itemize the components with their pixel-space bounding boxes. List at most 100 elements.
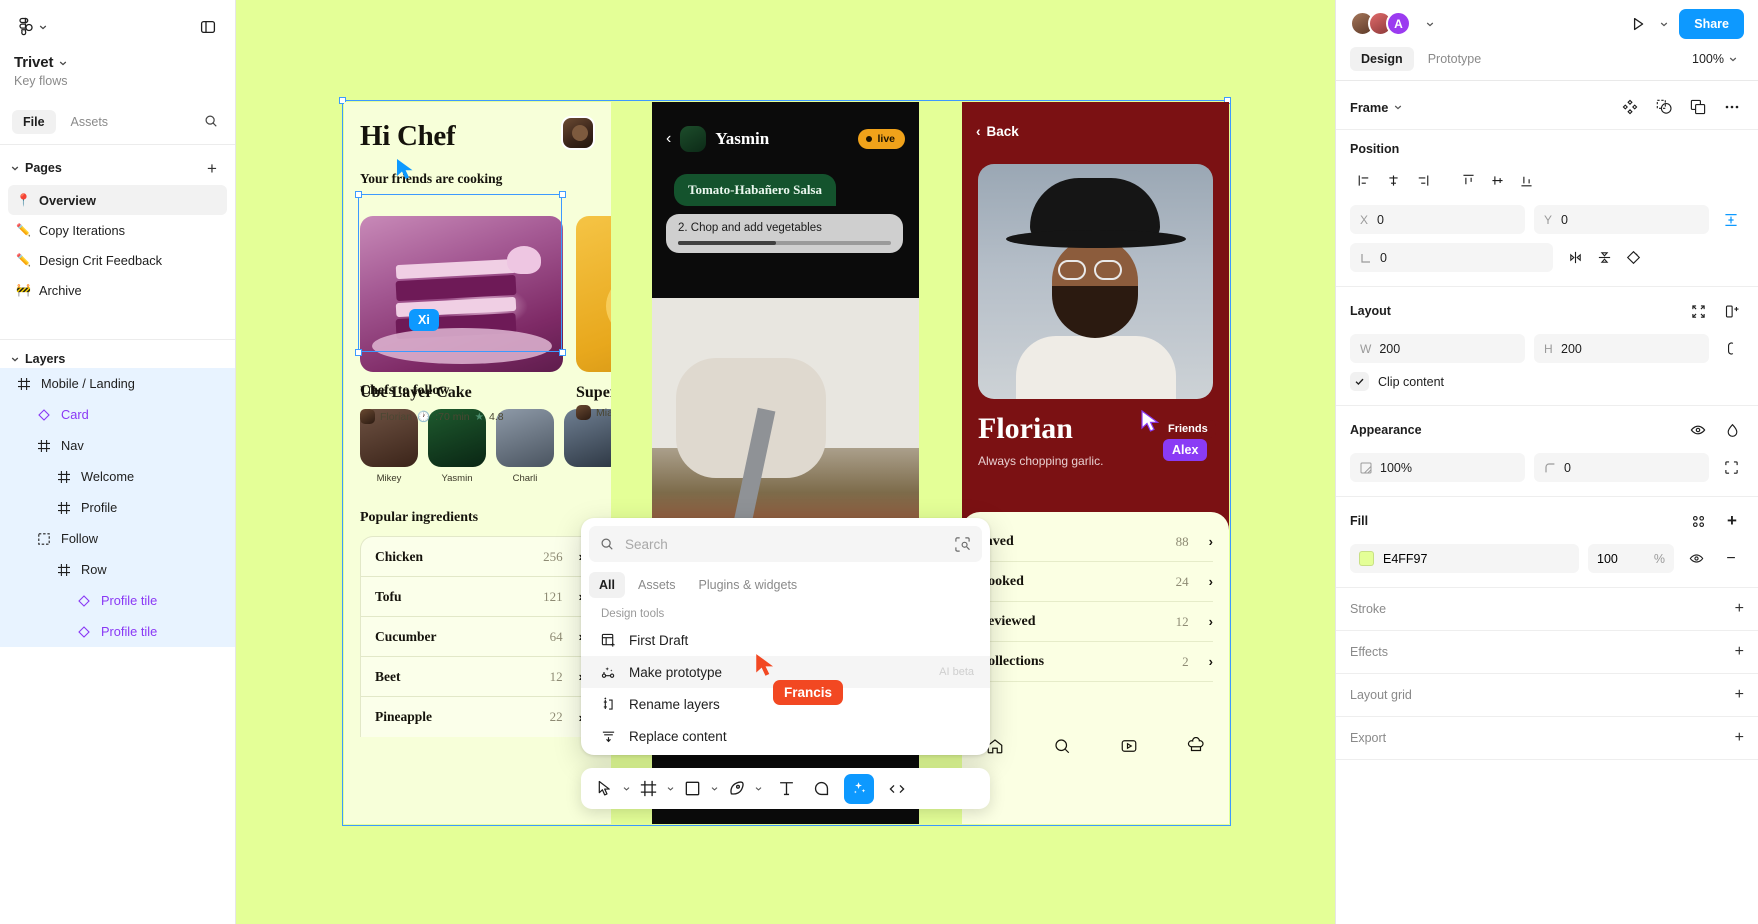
ingredient-row[interactable]: Beet 12› [361,657,595,697]
modal-tab-assets[interactable]: Assets [628,572,686,598]
fill-opacity-field[interactable]: 100 % [1588,544,1674,573]
card-handle-bl[interactable] [355,349,362,356]
clip-content-checkbox[interactable] [1350,372,1369,391]
quick-actions-modal[interactable]: All Assets Plugins & widgets Design tool… [581,518,990,755]
fill-visibility-icon[interactable] [1683,546,1709,572]
actions-tool-button[interactable] [844,773,874,804]
artboard-chef-profile[interactable]: ‹ Back Florian Always chopping garlic. S… [962,102,1229,824]
clip-content-row[interactable]: Clip content [1350,372,1744,391]
selection-type[interactable]: Frame [1350,100,1403,115]
width-field[interactable]: W 200 [1350,334,1525,363]
add-export-button[interactable]: + [1735,730,1744,746]
duplicate-icon[interactable] [1686,95,1710,119]
card-handle-tl[interactable] [355,191,362,198]
present-chevron-icon[interactable] [1659,19,1669,29]
add-stroke-button[interactable]: + [1735,601,1744,617]
layer-item-row[interactable]: Row [0,554,235,585]
constraints-icon[interactable] [1718,207,1744,233]
visual-search-icon[interactable] [954,536,971,553]
modal-item-first-draft[interactable]: First Draft [581,624,990,656]
recipe-card-image-2[interactable] [576,216,611,372]
x-field[interactable]: X 0 [1350,205,1525,234]
video-icon[interactable] [1120,737,1138,755]
align-right-icon[interactable] [1408,167,1436,193]
collaborator-avatars[interactable]: A [1350,11,1411,36]
ingredient-row[interactable]: Pineapple 22› [361,697,595,737]
styles-icon[interactable] [1686,509,1710,533]
layer-item-nav[interactable]: Nav [0,430,235,461]
corner-radius-icon[interactable] [1620,245,1648,271]
host-avatar[interactable] [680,126,707,152]
profile-stat-row[interactable]: Saved 88 › [978,522,1213,562]
height-field[interactable]: H 200 [1534,334,1709,363]
align-horizontal-center-icon[interactable] [1379,167,1407,193]
shape-tool-chevron[interactable] [707,775,721,803]
tab-design[interactable]: Design [1350,47,1414,71]
profile-tabbar[interactable] [962,726,1229,766]
remove-fill-icon[interactable]: − [1718,546,1744,572]
add-layout-grid-button[interactable]: + [1735,687,1744,703]
move-tool-chevron[interactable] [619,775,633,803]
add-effect-button[interactable]: + [1735,644,1744,660]
profile-stat-row[interactable]: Cooked 24 › [978,562,1213,602]
add-fill-icon[interactable]: + [1720,509,1744,533]
move-tool-button[interactable] [590,775,618,803]
toggle-sidebar-button[interactable] [195,14,221,40]
frame-tool-chevron[interactable] [663,775,677,803]
align-left-icon[interactable] [1350,167,1378,193]
align-bottom-icon[interactable] [1512,167,1540,193]
sidebar-search-button[interactable] [199,109,223,133]
text-tool-button[interactable] [772,775,800,803]
layer-item-profile-tile-1[interactable]: Profile tile [0,585,235,616]
search-input[interactable] [625,536,943,552]
add-auto-layout-icon[interactable] [1720,299,1744,323]
layer-item-mobile-landing[interactable]: Mobile / Landing [0,368,235,399]
page-item-copy-iterations[interactable]: ✏️ Copy Iterations [8,215,227,245]
layer-item-profile-tile-2[interactable]: Profile tile [0,616,235,647]
fill-color-field[interactable]: E4FF97 [1350,544,1579,573]
pen-tool-chevron[interactable] [751,775,765,803]
flip-horizontal-icon[interactable] [1562,245,1590,271]
layer-item-profile[interactable]: Profile [0,492,235,523]
components-icon[interactable] [1618,95,1642,119]
ingredient-row[interactable]: Chicken 256› [361,537,595,577]
figma-home-button[interactable] [14,15,52,40]
add-page-button[interactable]: + [201,157,223,179]
landing-user-avatar[interactable] [561,116,595,150]
card-handle-tr[interactable] [559,191,566,198]
zoom-control[interactable]: 100% [1686,48,1744,70]
fill-swatch[interactable] [1359,551,1374,566]
flip-vertical-icon[interactable] [1591,245,1619,271]
page-item-design-crit-feedback[interactable]: ✏️ Design Crit Feedback [8,245,227,275]
align-top-icon[interactable] [1454,167,1482,193]
dev-mode-tool-button[interactable] [883,775,911,803]
page-item-archive[interactable]: 🚧 Archive [8,275,227,305]
pen-tool-button[interactable] [722,775,750,803]
modal-tab-all[interactable]: All [589,572,625,598]
layer-item-card[interactable]: Card [0,399,235,430]
align-vertical-center-icon[interactable] [1483,167,1511,193]
card-handle-br[interactable] [559,349,566,356]
eye-icon[interactable] [1686,418,1710,442]
layer-item-welcome[interactable]: Welcome [0,461,235,492]
frame-tool-button[interactable] [634,775,662,803]
independent-corners-icon[interactable] [1718,455,1744,481]
lock-aspect-ratio-icon[interactable] [1718,336,1744,362]
pages-collapse-toggle[interactable]: Pages [10,161,62,175]
bottom-toolbar[interactable] [581,768,990,809]
resize-to-fit-icon[interactable] [1686,299,1710,323]
y-field[interactable]: Y 0 [1534,205,1709,234]
profile-back-button[interactable]: ‹ Back [976,124,1019,139]
more-icon[interactable] [1720,95,1744,119]
ingredient-row[interactable]: Cucumber 64› [361,617,595,657]
modal-search-bar[interactable] [589,526,982,562]
search-icon[interactable] [1053,737,1071,755]
layers-collapse-toggle[interactable]: Layers [10,352,65,366]
shape-tool-button[interactable] [678,775,706,803]
file-name-row[interactable]: Trivet [14,54,221,71]
profile-stat-row[interactable]: Collections 2 › [978,642,1213,682]
blend-mode-icon[interactable] [1720,418,1744,442]
mask-icon[interactable] [1652,95,1676,119]
profile-stat-row[interactable]: Reviewed 12 › [978,602,1213,642]
ingredient-row[interactable]: Tofu 121› [361,577,595,617]
